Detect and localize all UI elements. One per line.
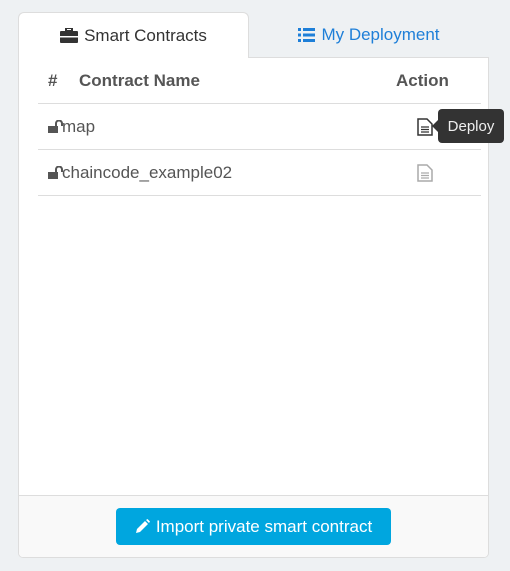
unlock-icon (48, 166, 63, 179)
column-header-action: Action (396, 70, 449, 90)
pencil-icon (135, 519, 150, 533)
contracts-panel: # Contract Name Action map chaincode_exa… (18, 57, 489, 558)
briefcase-icon (60, 28, 79, 43)
unlock-icon (48, 120, 63, 133)
button-label: Import private smart contract (155, 516, 373, 536)
panel-footer: Import private smart contract (19, 495, 488, 557)
column-header-name: Contract Name (79, 70, 200, 90)
table-header: # Contract Name Action (38, 58, 481, 104)
contract-name: map (62, 116, 96, 136)
list-icon (298, 28, 316, 42)
import-contract-button[interactable]: Import private smart contract (116, 508, 391, 545)
contract-name: chaincode_example02 (62, 162, 233, 182)
deploy-tooltip: Deploy (432, 109, 504, 143)
column-header-number: # (48, 70, 58, 90)
tab-smart-contracts[interactable]: Smart Contracts (18, 12, 249, 58)
tab-label: Smart Contracts (84, 25, 207, 45)
table-row: chaincode_example02 (38, 150, 481, 196)
file-text-icon[interactable] (417, 118, 433, 136)
table-row: map (38, 104, 481, 150)
tab-my-deployment[interactable]: My Deployment (250, 12, 488, 58)
tab-label: My Deployment (321, 25, 440, 44)
file-text-icon[interactable] (417, 164, 433, 182)
